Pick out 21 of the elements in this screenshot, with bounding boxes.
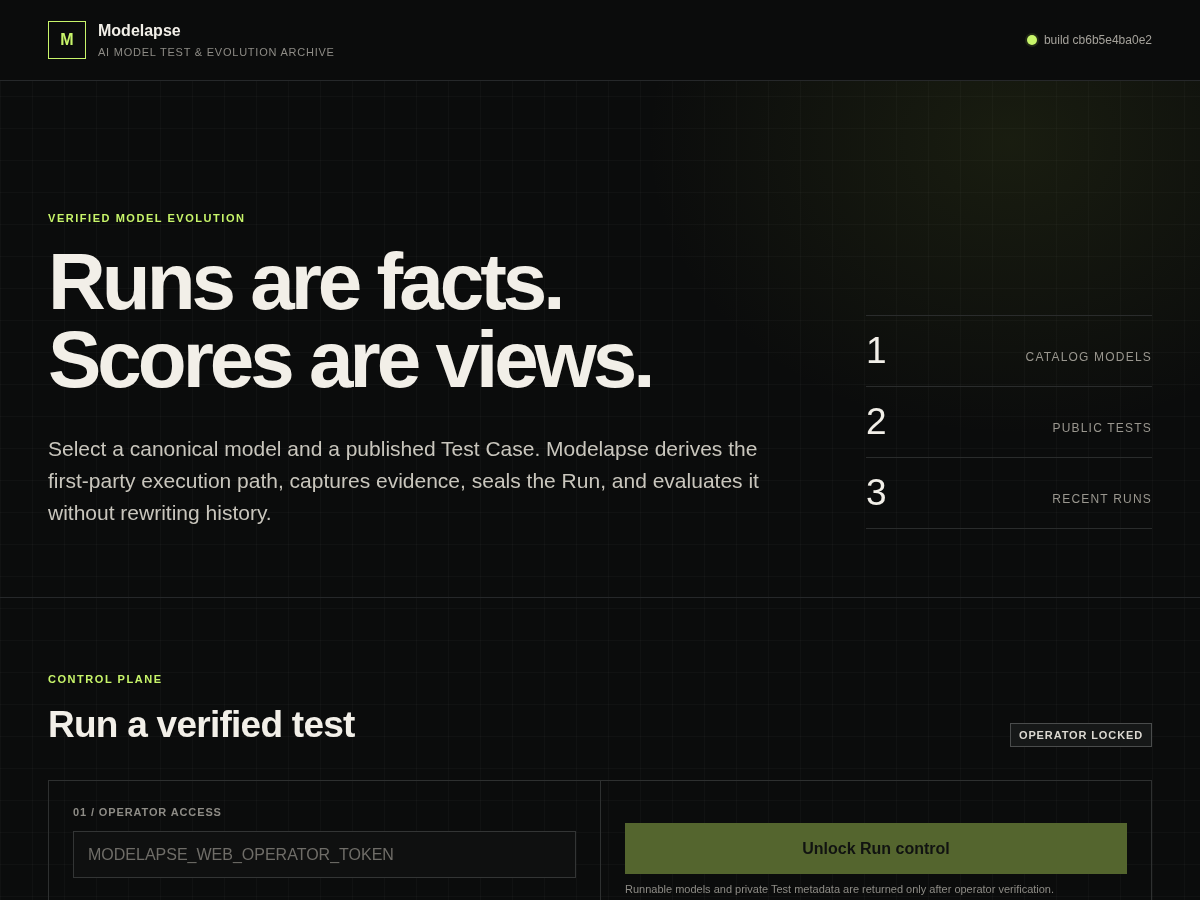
hero-description: Select a canonical model and a published Test Case. Modelapse derives the first-party execution path, captures evidence, seals the Run, and evaluates it without rewriting history. [48,436,760,526]
stat-value: 2 [866,402,887,442]
hero-headline: Runs are facts. Scores are views. [48,243,652,399]
access-label: 01 / OPERATOR ACCESS [73,805,222,819]
stat-value: 1 [866,331,887,371]
unlock-button[interactable]: Unlock Run control [625,823,1127,874]
section-title: Run a verified test [48,703,355,747]
hero-eyebrow: VERIFIED MODEL EVOLUTION [48,211,246,225]
section-eyebrow: CONTROL PLANE [48,672,163,686]
status-dot-icon [1026,35,1037,45]
app-title: Modelapse [98,21,182,41]
logo-mark: M [48,21,86,59]
access-note: Runnable models and private Test metadata are returned only after operator verification. [625,882,1056,896]
app-subtitle: AI MODEL TEST & EVOLUTION ARCHIVE [98,45,335,59]
status-badge: OPERATOR LOCKED [1009,723,1152,747]
token-input[interactable]: MODELAPSE_WEB_OPERATOR_TOKEN [73,831,576,878]
stat-label: CATALOG MODELS [1025,350,1152,364]
stat-value: 3 [866,473,887,513]
stat-label: RECENT RUNS [1052,492,1152,506]
stat-label: PUBLIC TESTS [1052,421,1152,435]
build-label: build cb6b5e4ba0e2 [1043,33,1152,47]
